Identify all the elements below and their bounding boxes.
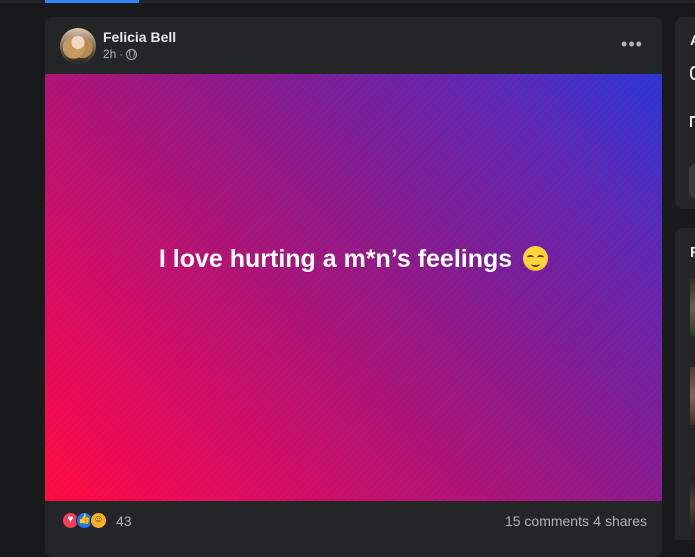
reaction-summary-bar: ♥ 👍 ☺ 43 15 comments 4 shares [45,511,662,533]
avatar[interactable] [60,28,96,64]
sidebar-icon[interactable] [690,66,695,80]
globe-icon [126,48,138,60]
sidebar-heading-letter: F [690,244,695,261]
shares-count[interactable]: 4 shares [593,513,647,529]
more-horizontal-icon: ••• [621,33,643,54]
post-text: I love hurting a m*n’s feelings [45,245,662,274]
sidebar-thumbnail[interactable] [690,367,695,425]
post-background-image[interactable]: I love hurting a m*n’s feelings [45,74,662,501]
sidebar-thumbnail[interactable] [690,475,695,533]
reaction-icons[interactable]: ♥ 👍 ☺ [62,512,114,530]
haha-icon: ☺ [90,512,107,529]
more-options-button[interactable]: ••• [617,32,647,56]
author-name[interactable]: Felicia Bell [103,29,176,45]
sidebar-icon[interactable] [690,116,695,127]
post-card: Felicia Bell 2h · ••• I love hurting a m… [45,17,662,557]
comments-count[interactable]: 15 comments [505,513,589,529]
post-text-content: I love hurting a m*n’s feelings [158,245,513,273]
post-header: Felicia Bell 2h · ••• [45,17,662,74]
sidebar-button[interactable] [689,164,695,198]
meta-separator: · [119,47,124,61]
post-time[interactable]: 2h [103,47,116,61]
relieved-face-emoji [523,246,549,271]
post-meta: 2h · [103,47,138,61]
sidebar-thumbnail[interactable] [690,278,695,336]
reaction-count[interactable]: 43 [116,513,132,529]
active-tab-indicator [45,0,139,3]
sidebar-heading-letter: A [690,32,695,49]
